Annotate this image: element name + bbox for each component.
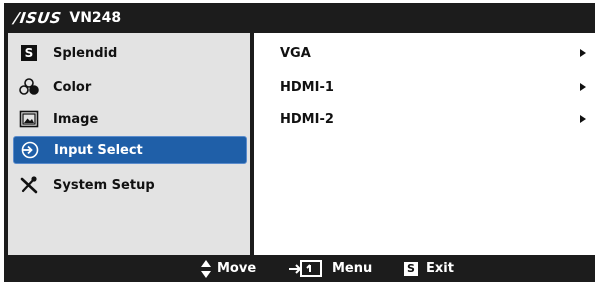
osd-footer: Move Menu S Exit bbox=[4, 255, 595, 282]
menu-item-label: Splendid bbox=[53, 45, 118, 61]
submenu-item-vga[interactable]: VGA bbox=[280, 43, 586, 63]
input-select-icon bbox=[20, 141, 40, 159]
color-palette-icon bbox=[19, 78, 39, 96]
model-name: VN248 bbox=[69, 10, 122, 26]
menu-item-label: Image bbox=[53, 111, 99, 127]
arrow-right-icon bbox=[580, 49, 586, 57]
exit-label: Exit bbox=[426, 261, 454, 276]
submenu-item-label: HDMI-1 bbox=[280, 79, 334, 95]
menu-enter-icon bbox=[288, 259, 322, 279]
menu-item-label: Input Select bbox=[54, 142, 143, 158]
menu-item-system-setup[interactable]: System Setup bbox=[13, 171, 247, 199]
submenu-item-hdmi-1[interactable]: HDMI-1 bbox=[280, 77, 586, 97]
submenu-item-label: HDMI-2 bbox=[280, 111, 334, 127]
menu-item-input-select[interactable]: Input Select bbox=[13, 136, 247, 164]
move-label: Move bbox=[217, 261, 257, 276]
menu-item-image[interactable]: Image bbox=[13, 105, 247, 133]
system-setup-tools-icon bbox=[19, 176, 39, 194]
menu-item-splendid[interactable]: S Splendid bbox=[13, 39, 247, 67]
osd-window: /ISUS VN248 S Splendid Color Image Input… bbox=[4, 3, 595, 282]
menu-item-color[interactable]: Color bbox=[13, 73, 247, 101]
footer-menu-hint: Menu bbox=[288, 255, 372, 282]
menu-item-label: System Setup bbox=[53, 177, 155, 193]
up-down-arrows-icon bbox=[200, 259, 212, 279]
arrow-right-icon bbox=[580, 83, 586, 91]
osd-main-menu: S Splendid Color Image Input Select Syst… bbox=[8, 33, 250, 255]
osd-submenu: VGA HDMI-1 HDMI-2 bbox=[254, 33, 595, 255]
splendid-s-icon: S bbox=[19, 44, 39, 62]
image-icon bbox=[19, 110, 39, 128]
submenu-item-label: VGA bbox=[280, 45, 311, 61]
exit-s-icon: S bbox=[404, 261, 418, 276]
menu-item-label: Color bbox=[53, 79, 92, 95]
menu-label: Menu bbox=[332, 261, 373, 276]
asus-logo: /ISUS bbox=[12, 9, 63, 27]
footer-exit-hint: S Exit bbox=[404, 255, 454, 282]
osd-title-bar: /ISUS VN248 bbox=[4, 3, 595, 33]
submenu-item-hdmi-2[interactable]: HDMI-2 bbox=[280, 109, 586, 129]
footer-move-hint: Move bbox=[200, 255, 256, 282]
arrow-right-icon bbox=[580, 115, 586, 123]
